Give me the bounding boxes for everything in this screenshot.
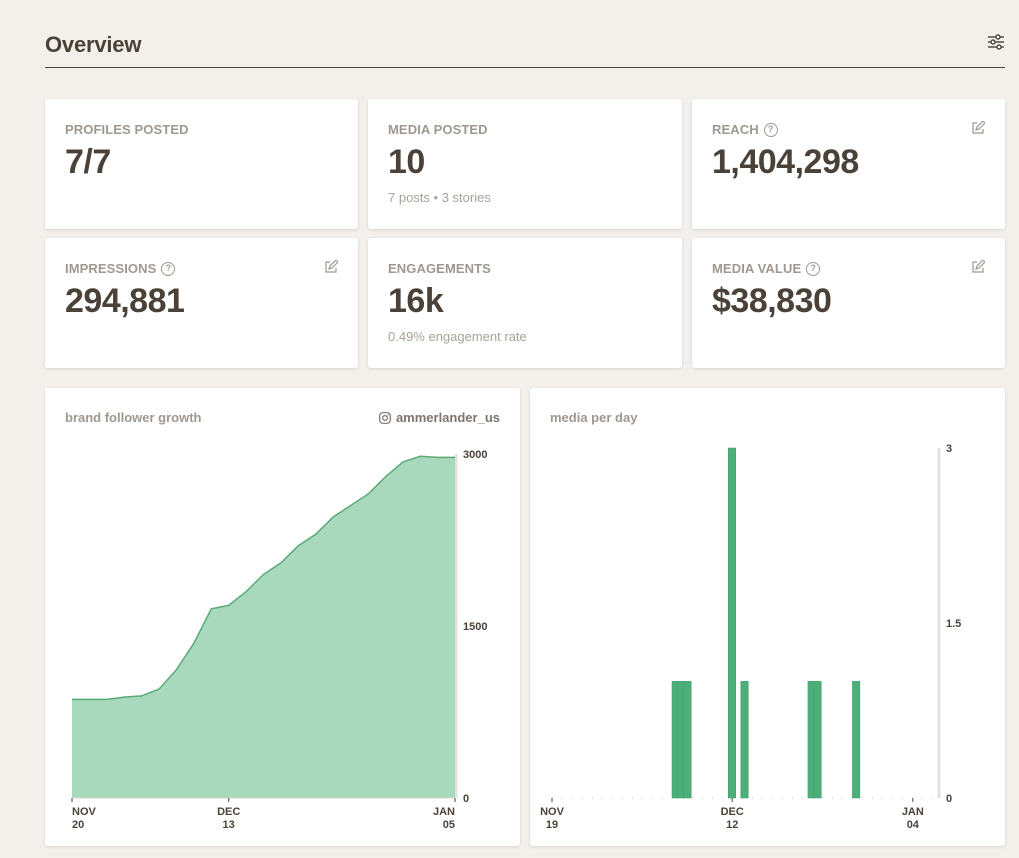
- media-per-day-card: media per day NOV 19 DEC 12 JAN 04 3 1.5 0: [530, 388, 1005, 846]
- engagement-rate: 0.49% engagement rate: [388, 329, 527, 344]
- x-tick-label-month: DEC: [217, 806, 240, 818]
- y-tick-label: 0: [463, 793, 469, 805]
- media-bar: [727, 447, 736, 799]
- page-title: Overview: [45, 32, 142, 57]
- x-tick-label-day: 19: [546, 819, 558, 831]
- help-icon[interactable]: ?: [161, 261, 176, 276]
- y-tick-label: 1500: [463, 621, 487, 633]
- profiles-posted-value: 7/7: [65, 143, 111, 181]
- media-value-value: $38,830: [712, 282, 832, 320]
- profiles-posted-card: PROFILES POSTED 7/7: [45, 99, 358, 229]
- x-tick-label-month: JAN: [902, 806, 924, 818]
- media-bar: [683, 681, 692, 799]
- x-tick-label-day: 04: [907, 819, 920, 831]
- x-tick-label-day: 05: [443, 819, 455, 831]
- media-posted-card: MEDIA POSTED 10 7 posts • 3 stories: [368, 99, 682, 229]
- x-tick-label-month: NOV: [540, 806, 565, 818]
- x-tick-label-month: DEC: [721, 806, 744, 818]
- y-tick-label: 1.5: [946, 618, 961, 630]
- follower-area: [72, 456, 455, 798]
- follower-growth-chart: NOV20 DEC13 JAN05 3000 1500 0: [71, 449, 487, 831]
- media-bar: [813, 681, 822, 799]
- impressions-label-group: IMPRESSIONS ?: [65, 261, 176, 276]
- media-value-card: MEDIA VALUE ? $38,830: [692, 238, 1005, 368]
- overview-header: Overview: [45, 28, 1005, 68]
- reach-card: REACH ? 1,404,298: [692, 99, 1005, 229]
- follower-growth-card: brand follower growth ammerlander_us NOV…: [45, 388, 520, 846]
- help-icon[interactable]: ?: [763, 122, 778, 137]
- x-tick-label-month: JAN: [433, 806, 455, 818]
- y-tick-label: 3000: [463, 449, 487, 461]
- engagements-label: ENGAGEMENTS: [388, 261, 491, 276]
- x-tick-label-day: 20: [72, 819, 84, 831]
- media-bar: [852, 681, 861, 799]
- impressions-value: 294,881: [65, 282, 185, 320]
- profiles-posted-label: PROFILES POSTED: [65, 122, 189, 137]
- media-per-day-chart: NOV19 DEC12 JAN04 3 1.5 0: [540, 443, 961, 831]
- overview-page: Overview PROFILES POSTED 7/7 MEDIA POSTE…: [0, 0, 1019, 858]
- media-posted-value: 10: [388, 143, 425, 181]
- sliders-icon[interactable]: [987, 34, 1005, 50]
- x-tick-label-month: NOV: [72, 806, 97, 818]
- reach-label-group: REACH ?: [712, 122, 778, 137]
- impressions-label: IMPRESSIONS: [65, 261, 157, 276]
- reach-label: REACH: [712, 122, 759, 137]
- impressions-card: IMPRESSIONS ? 294,881: [45, 238, 358, 368]
- x-tick-label-day: 13: [223, 819, 235, 831]
- media-posted-label: MEDIA POSTED: [388, 122, 488, 137]
- media-bar: [740, 681, 749, 799]
- reach-value: 1,404,298: [712, 143, 859, 181]
- media-value-label-group: MEDIA VALUE ?: [712, 261, 821, 276]
- help-icon[interactable]: ?: [806, 261, 821, 276]
- y-tick-label: 0: [946, 793, 952, 805]
- engagements-value: 16k: [388, 282, 444, 320]
- edit-icon[interactable]: [971, 121, 985, 135]
- edit-icon[interactable]: [971, 260, 985, 274]
- media-value-label: MEDIA VALUE: [712, 261, 802, 276]
- y-tick-label: 3: [946, 443, 952, 455]
- engagements-card: ENGAGEMENTS 16k 0.49% engagement rate: [368, 238, 682, 368]
- x-tick-label-day: 12: [726, 819, 738, 831]
- media-posted-breakdown: 7 posts • 3 stories: [388, 190, 491, 205]
- edit-icon[interactable]: [324, 260, 338, 274]
